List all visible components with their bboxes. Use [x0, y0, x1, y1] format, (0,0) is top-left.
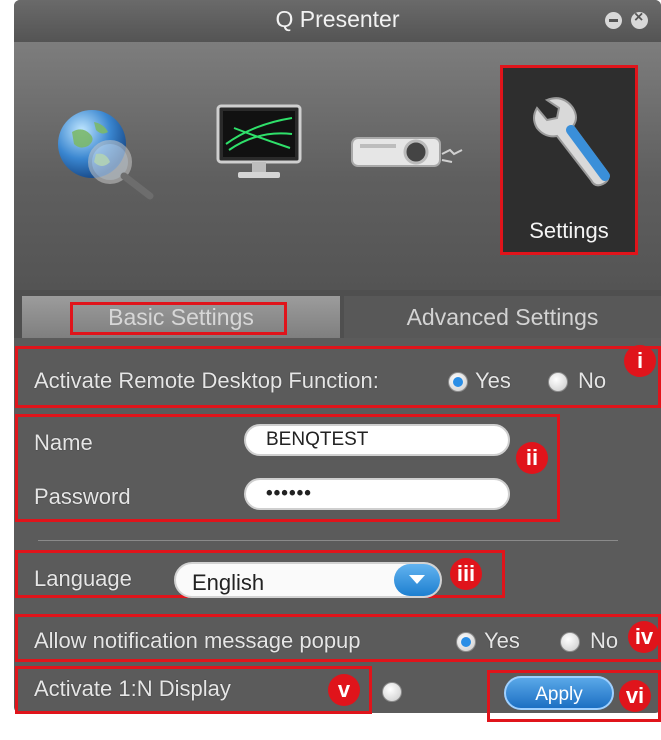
password-label: Password	[34, 484, 131, 509]
annotation-badge-iv: iv	[628, 621, 660, 653]
notification-label: Allow notification message popup	[34, 628, 361, 653]
projector-icon[interactable]	[350, 128, 470, 178]
globe-search-icon[interactable]	[50, 102, 160, 202]
annotation-badge-v: v	[328, 674, 360, 706]
settings-label: Settings	[529, 218, 609, 243]
remote-desktop-no-label: No	[578, 368, 607, 393]
name-label: Name	[34, 430, 93, 455]
basic-settings-highlight	[70, 302, 287, 335]
notification-yes-radio[interactable]	[456, 632, 476, 652]
minimize-icon[interactable]	[605, 12, 622, 29]
wrench-icon	[527, 90, 617, 190]
settings-toolbar-item[interactable]: Settings	[500, 65, 638, 255]
close-icon[interactable]	[631, 9, 648, 29]
section-divider	[38, 540, 618, 541]
password-input[interactable]: ••••••	[244, 478, 510, 510]
language-label: Language	[34, 566, 132, 591]
remote-desktop-no-radio[interactable]	[548, 372, 568, 392]
remote-desktop-yes-radio[interactable]	[448, 372, 468, 392]
name-input[interactable]: BENQTEST	[244, 424, 510, 456]
tab-advanced-settings[interactable]: Advanced Settings	[344, 296, 661, 338]
notification-yes-label: Yes	[484, 628, 520, 653]
apply-button[interactable]: Apply	[504, 676, 614, 710]
title-bar: Q Presenter	[14, 0, 661, 42]
window-title: Q Presenter	[275, 6, 400, 32]
annotation-badge-iii: iii	[450, 558, 482, 590]
chevron-down-icon[interactable]	[394, 564, 440, 596]
remote-desktop-yes-label: Yes	[475, 368, 511, 393]
notification-no-label: No	[590, 628, 619, 653]
remote-desktop-label: Activate Remote Desktop Function:	[34, 368, 379, 393]
display-toggle-radio[interactable]	[382, 682, 402, 702]
annotation-badge-i: i	[624, 345, 656, 377]
language-select-value: English	[192, 570, 265, 595]
annotation-badge-ii: ii	[516, 442, 548, 474]
monitor-icon[interactable]	[214, 104, 304, 184]
display-label: Activate 1:N Display	[34, 676, 231, 701]
notification-no-radio[interactable]	[560, 632, 580, 652]
annotation-badge-vi: vi	[619, 680, 651, 712]
language-select[interactable]: English	[174, 562, 442, 598]
